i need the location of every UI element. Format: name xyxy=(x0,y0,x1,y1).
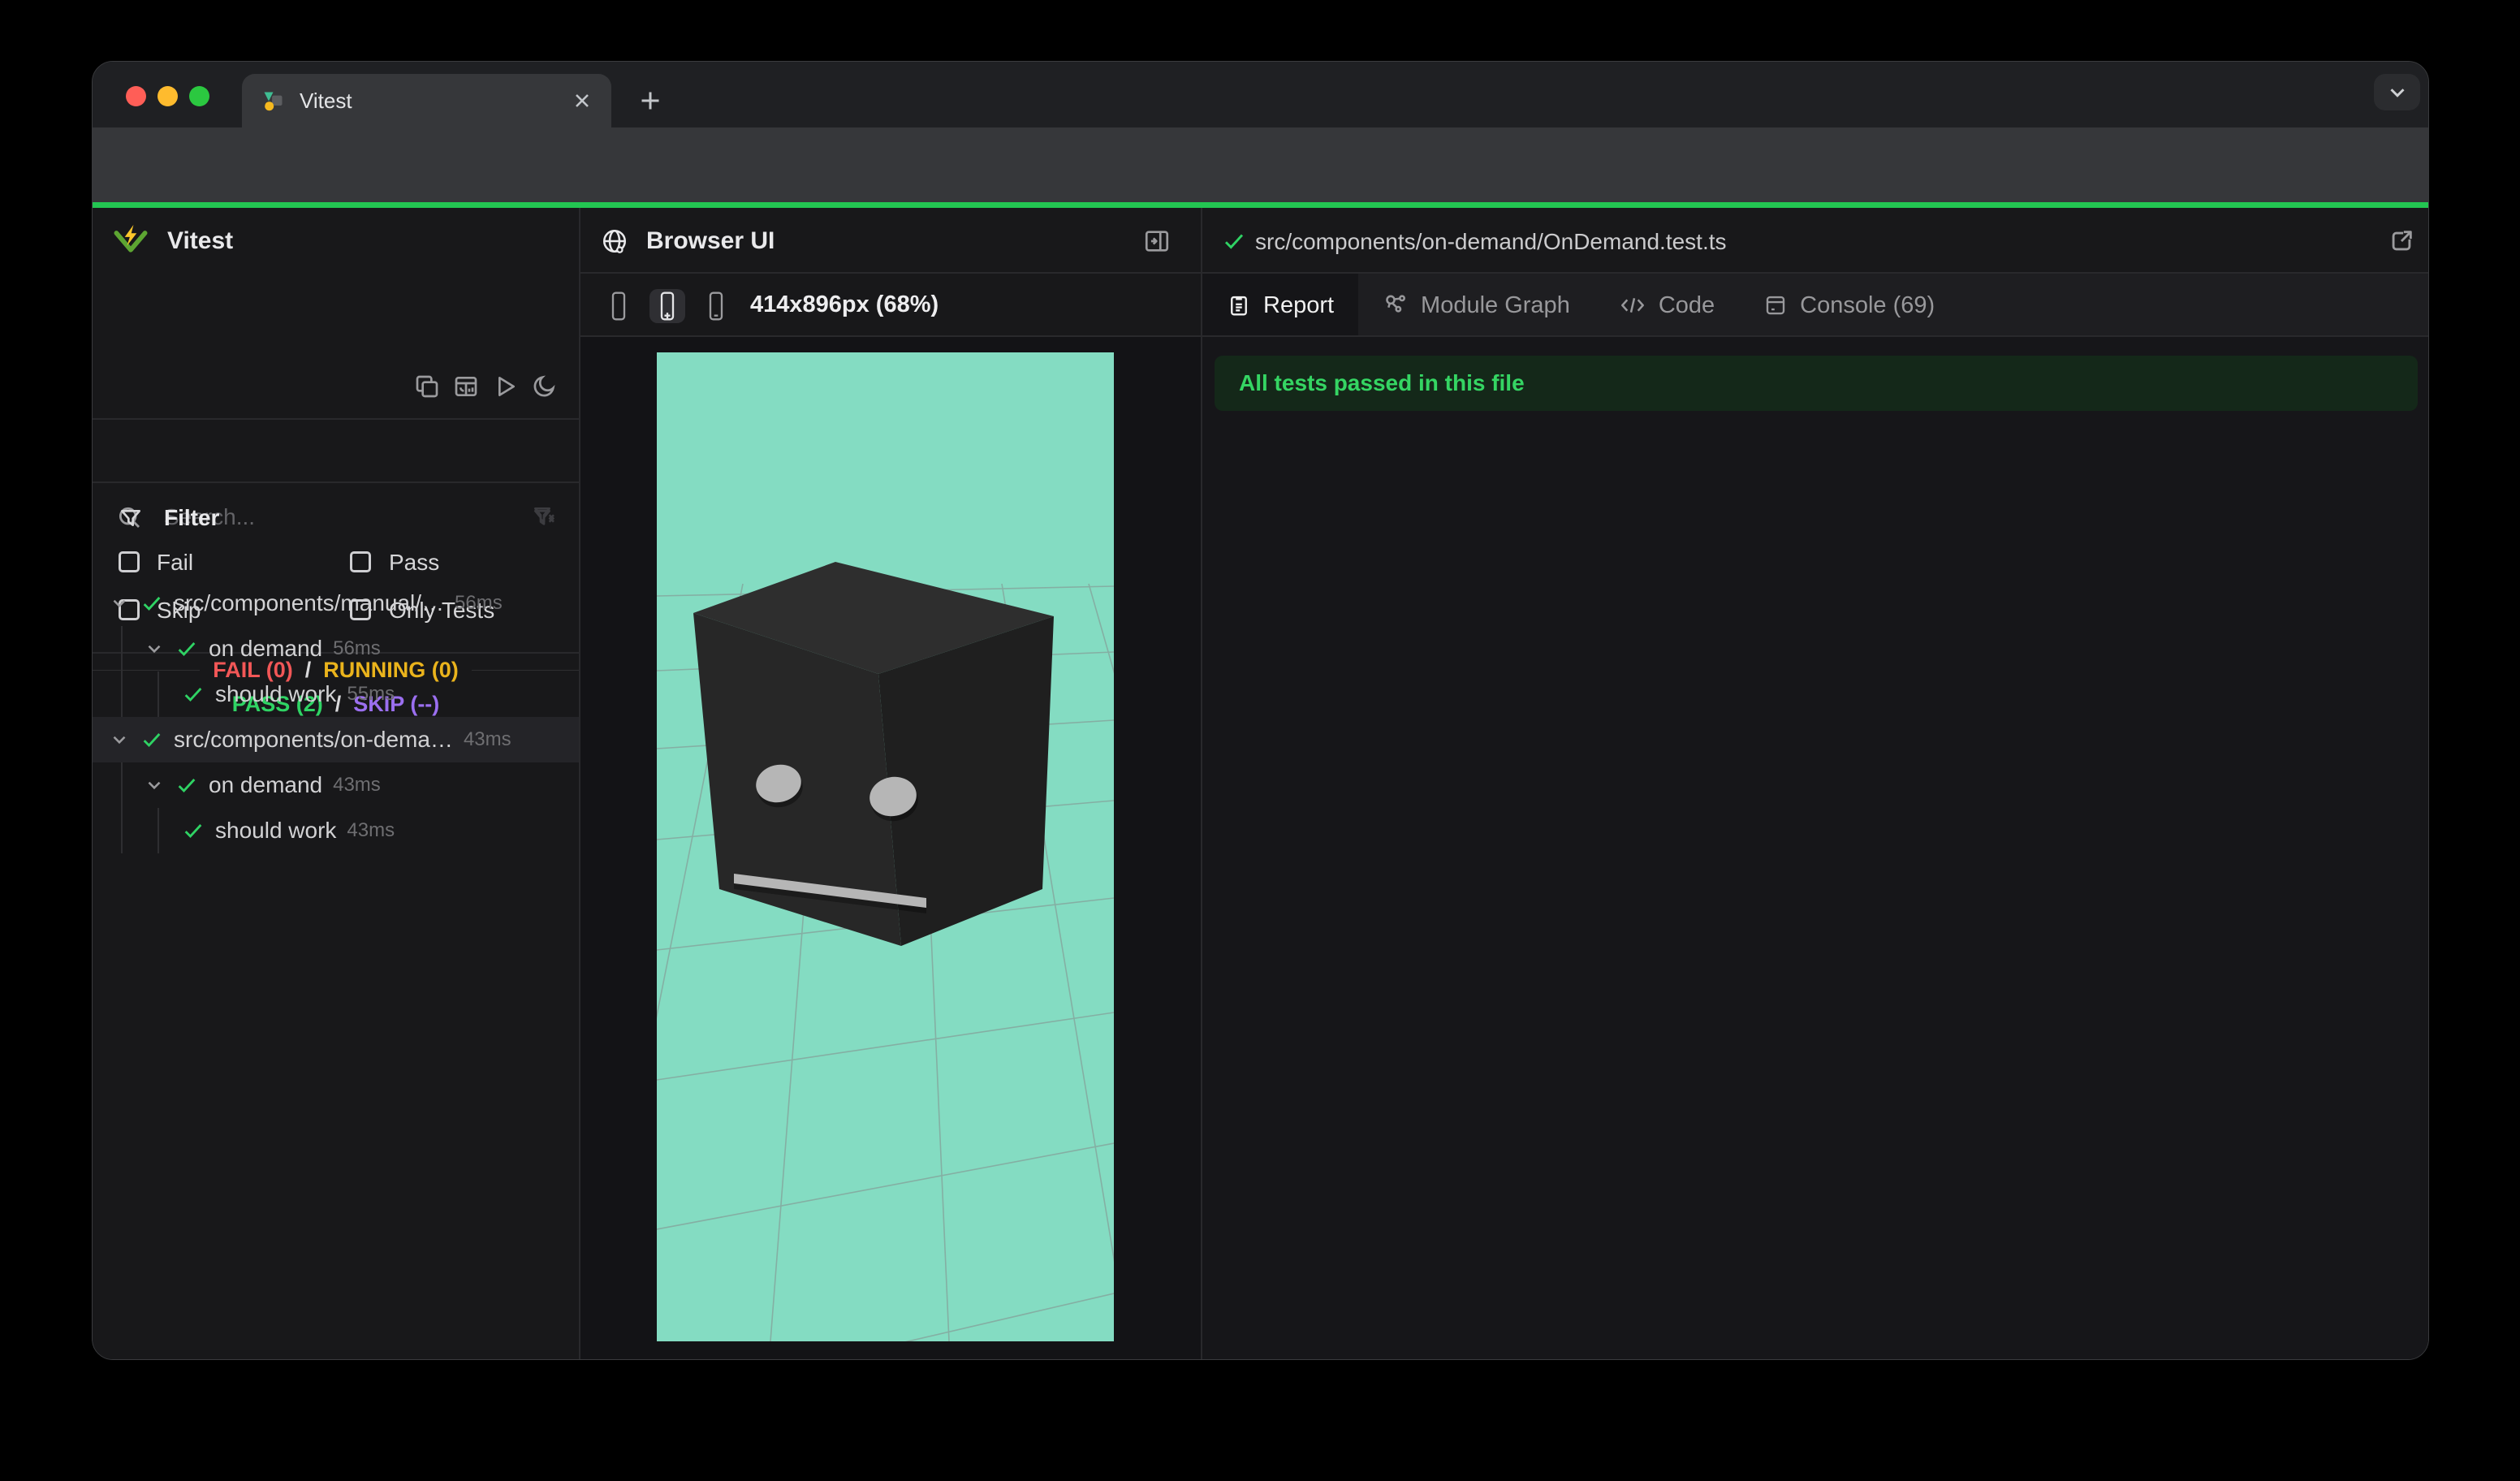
sidebar-header: Vitest xyxy=(93,208,579,274)
vitest-logo-icon xyxy=(112,222,149,260)
tree-row-file[interactable]: src/components/manual/… 56ms xyxy=(93,581,579,626)
tree-row-file-selected[interactable]: src/components/on-dema… 43ms xyxy=(93,717,579,762)
tab-report[interactable]: Report xyxy=(1202,274,1359,337)
report-tabs: Report Module Graph Code Console (69) xyxy=(1202,274,2428,337)
pass-check-icon xyxy=(178,779,196,793)
tree-row-suite[interactable]: on demand 56ms xyxy=(93,626,579,671)
tab-strip: Vitest xyxy=(93,62,2428,127)
pass-check-icon xyxy=(184,688,202,702)
chevron-down-icon xyxy=(2389,88,2405,97)
device-size-label[interactable]: 414x896px (68%) xyxy=(750,291,939,318)
clear-filter-icon[interactable] xyxy=(531,507,557,533)
browser-preview-area xyxy=(580,337,1201,1359)
device-phone-plus-icon[interactable] xyxy=(656,290,679,322)
pass-check-icon xyxy=(184,824,202,839)
close-window-button[interactable] xyxy=(126,86,146,106)
panel-right-icon[interactable] xyxy=(1143,227,1171,255)
checkbox-pass[interactable] xyxy=(350,551,371,572)
dark-mode-moon-icon[interactable] xyxy=(531,373,557,399)
console-icon xyxy=(1766,296,1785,315)
search-bar[interactable]: Search... xyxy=(93,420,579,529)
close-tab-icon[interactable] xyxy=(571,89,593,112)
browser-window: Vitest Vitest Search... Filter Fail Pass… xyxy=(92,61,2429,1360)
dashboard-icon[interactable] xyxy=(453,373,479,399)
tree-row-test[interactable]: should work 55ms xyxy=(93,671,579,717)
chevron-down-icon xyxy=(113,736,126,745)
threejs-cube-scene xyxy=(657,352,1114,1341)
browser-panel-header: Browser UI xyxy=(580,208,1201,274)
app-title: Vitest xyxy=(167,227,234,254)
tab-title: Vitest xyxy=(300,88,352,113)
checkbox-fail[interactable] xyxy=(119,551,140,572)
pass-check-icon xyxy=(178,642,196,657)
globe-icon xyxy=(601,227,628,255)
zoom-window-button[interactable] xyxy=(189,86,209,106)
filter-title: Filter xyxy=(164,505,220,530)
preview-windows-icon[interactable] xyxy=(414,373,440,399)
pass-check-icon xyxy=(143,733,161,748)
pass-check-icon xyxy=(143,597,161,611)
tab-console[interactable]: Console (69) xyxy=(1739,274,1959,337)
minimize-window-button[interactable] xyxy=(158,86,178,106)
open-external-icon[interactable] xyxy=(2388,227,2415,255)
device-phone-dash-icon[interactable] xyxy=(705,290,727,322)
tree-row-suite[interactable]: on demand 43ms xyxy=(93,762,579,808)
chevron-down-icon xyxy=(113,599,126,608)
new-tab-button[interactable] xyxy=(636,86,665,115)
report-panel-header: src/components/on-demand/OnDemand.test.t… xyxy=(1202,208,2428,274)
sidebar: Vitest Search... Filter Fail Pass Skip O… xyxy=(93,208,579,1359)
report-content: All tests passed in this file xyxy=(1202,337,2428,1359)
code-icon xyxy=(1620,298,1644,313)
checkbox-fail-label[interactable]: Fail xyxy=(157,550,193,576)
filter-funnel-icon xyxy=(118,507,144,533)
pass-check-icon xyxy=(1222,229,1246,253)
browser-toolbar: localhost:5173/#/?file=1828625563 xyxy=(93,127,2428,256)
device-toolbar: 414x896px (68%) xyxy=(580,274,1201,337)
run-all-icon[interactable] xyxy=(492,373,518,399)
vitest-favicon-icon xyxy=(260,88,287,114)
clipboard-icon xyxy=(1231,296,1247,316)
checkbox-pass-label[interactable]: Pass xyxy=(389,550,439,576)
device-phone-icon[interactable] xyxy=(607,290,630,322)
test-run-progress-bar xyxy=(93,202,2428,208)
test-file-path[interactable]: src/components/on-demand/OnDemand.test.t… xyxy=(1255,229,1727,255)
chevron-down-icon xyxy=(148,645,161,654)
banner-text: All tests passed in this file xyxy=(1239,370,1525,395)
browser-panel-title: Browser UI xyxy=(646,227,775,254)
tab-module-graph[interactable]: Module Graph xyxy=(1358,274,1594,337)
tree-row-test[interactable]: should work 43ms xyxy=(93,808,579,853)
module-graph-icon xyxy=(1386,295,1405,313)
device-viewport[interactable] xyxy=(657,352,1114,1341)
chevron-down-icon xyxy=(148,781,161,790)
browser-tab[interactable]: Vitest xyxy=(242,74,611,127)
tab-search-button[interactable] xyxy=(2374,74,2420,110)
all-tests-passed-banner: All tests passed in this file xyxy=(1215,356,2418,411)
tab-code[interactable]: Code xyxy=(1594,274,1739,337)
